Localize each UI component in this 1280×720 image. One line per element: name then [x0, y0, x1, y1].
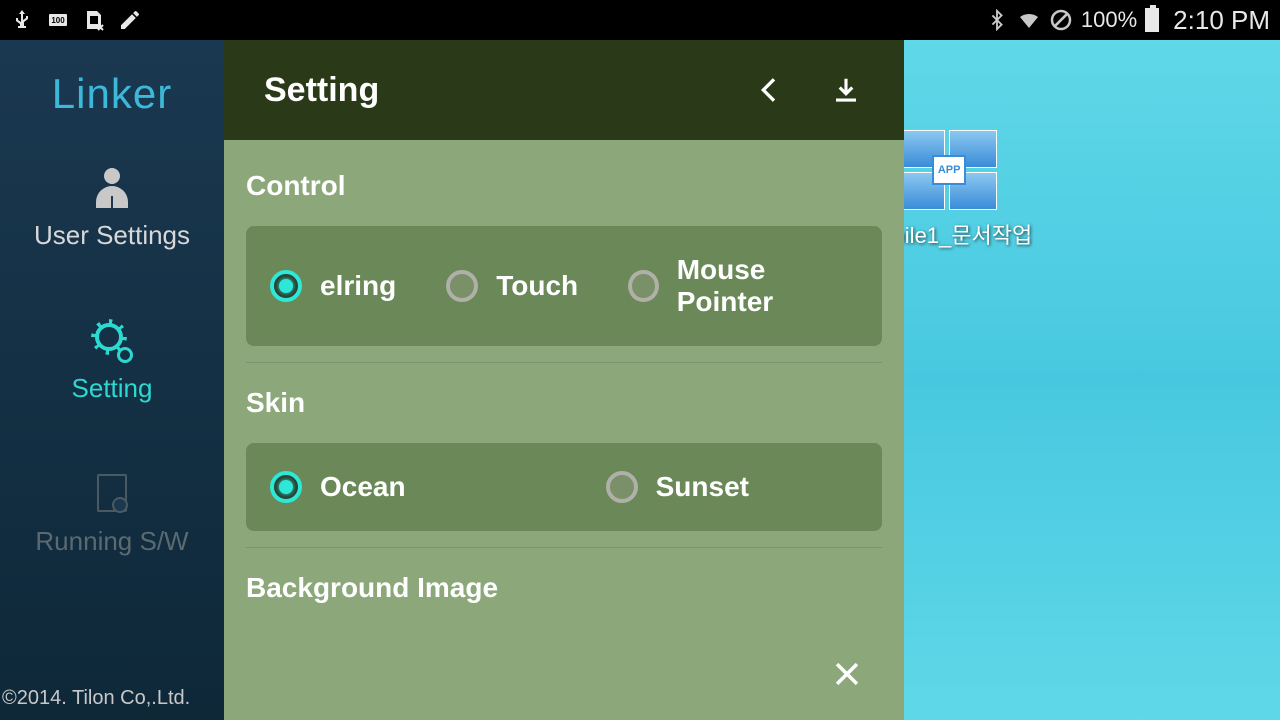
sim-icon: [82, 8, 106, 32]
panel-header: Setting: [224, 40, 904, 140]
sidebar-item-label: Setting: [72, 373, 153, 404]
radio-icon: [606, 471, 638, 503]
radio-icon: [446, 270, 478, 302]
section-title: Skin: [246, 387, 882, 419]
no-signal-icon: [1049, 8, 1073, 32]
clock: 2:10 PM: [1173, 5, 1270, 36]
wifi-icon: [1017, 8, 1041, 32]
app-logo: Linker: [52, 70, 172, 118]
radio-touch[interactable]: Touch: [446, 254, 578, 318]
section-control: Control elring Touch Mouse Pointer: [246, 170, 882, 363]
radio-icon: [628, 270, 659, 302]
svg-text:100: 100: [51, 16, 65, 25]
edit-icon: [118, 8, 142, 32]
sidebar-item-label: Running S/W: [35, 526, 188, 557]
radio-sunset[interactable]: Sunset: [606, 471, 749, 503]
section-title: Control: [246, 170, 882, 202]
radio-elring[interactable]: elring: [270, 254, 396, 318]
section-title: Background Image: [246, 572, 882, 604]
radio-icon: [270, 471, 302, 503]
gear-icon: [91, 321, 133, 363]
back-button[interactable]: [752, 72, 788, 108]
radio-label: elring: [320, 270, 396, 302]
radio-ocean[interactable]: Ocean: [270, 471, 406, 503]
radio-label: Mouse Pointer: [677, 254, 858, 318]
sidebar-item-setting[interactable]: Setting: [72, 321, 153, 404]
radio-icon: [270, 270, 302, 302]
radio-label: Ocean: [320, 471, 406, 503]
radio-label: Touch: [496, 270, 578, 302]
battery-level-icon: 100: [46, 8, 70, 32]
radio-label: Sunset: [656, 471, 749, 503]
download-button[interactable]: [828, 72, 864, 108]
battery-percent: 100%: [1081, 7, 1137, 33]
sidebar-item-label: User Settings: [34, 220, 190, 251]
sidebar-item-running-sw[interactable]: Running S/W: [35, 474, 188, 557]
sidebar: Linker User Settings Setting Running S/W…: [0, 40, 224, 720]
battery-icon: [1145, 8, 1159, 32]
status-bar: 100 100% 2:10 PM: [0, 0, 1280, 40]
sidebar-item-user-settings[interactable]: User Settings: [34, 168, 190, 251]
user-icon: [91, 168, 133, 210]
section-background-image: Background Image: [246, 572, 882, 644]
radio-mouse-pointer[interactable]: Mouse Pointer: [628, 254, 858, 318]
close-button[interactable]: [830, 657, 864, 696]
panel-title: Setting: [264, 71, 379, 110]
bluetooth-icon: [985, 8, 1009, 32]
copyright-text: ©2014. Tilon Co,.Ltd.: [2, 687, 190, 710]
usb-icon: [10, 8, 34, 32]
section-skin: Skin Ocean Sunset: [246, 387, 882, 548]
document-icon: [91, 474, 133, 516]
settings-panel: Setting Control elring Touch: [224, 40, 904, 720]
